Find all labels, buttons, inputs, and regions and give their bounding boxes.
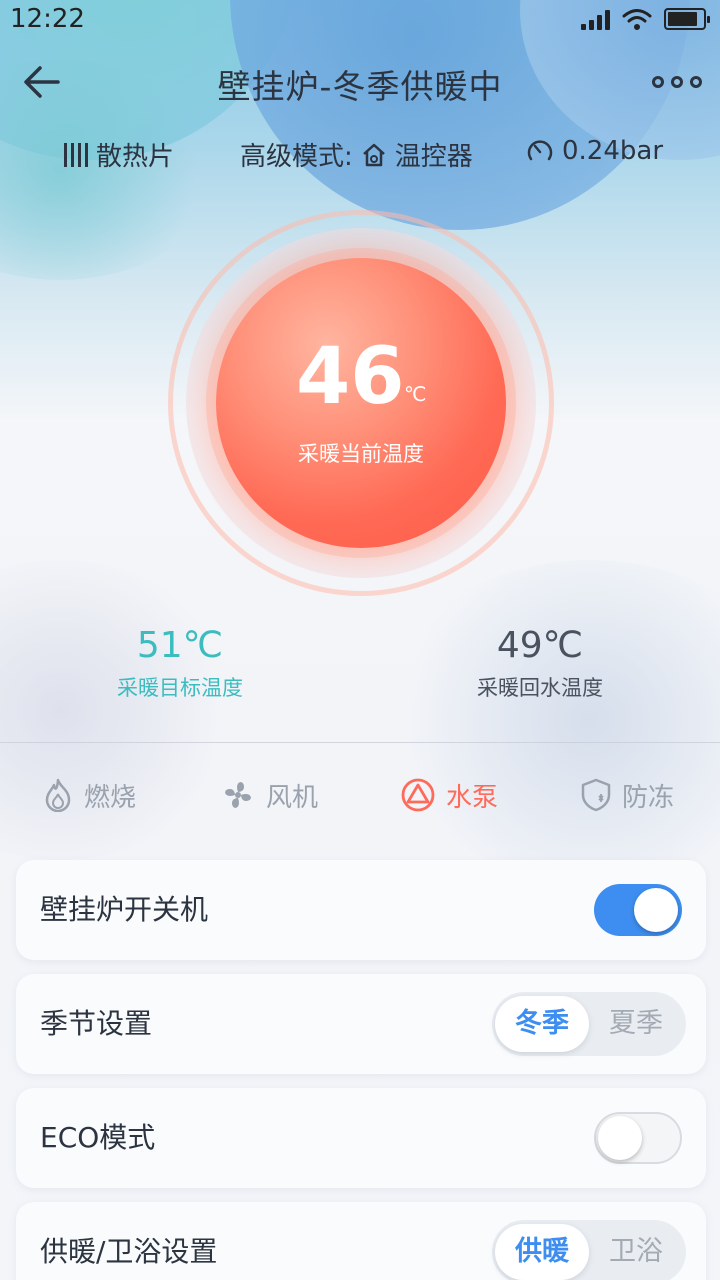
shield-icon — [581, 778, 611, 812]
page-title: 壁挂炉-冬季供暖中 — [217, 67, 503, 106]
heating-type: 散热片 — [62, 136, 174, 173]
component-tabs: 燃烧 风机 水泵 防冻 — [0, 770, 720, 820]
tab-antifreeze-label: 防冻 — [622, 782, 675, 813]
mode-prefix: 高级模式: — [240, 142, 353, 172]
status-time: 12:22 — [10, 4, 85, 34]
tab-burn[interactable]: 燃烧 — [42, 770, 136, 820]
more-button[interactable] — [652, 66, 702, 98]
tab-antifreeze[interactable]: 防冻 — [580, 770, 674, 820]
return-temperature-label: 采暖回水温度 — [477, 676, 603, 700]
heating-type-label: 散热片 — [96, 142, 175, 172]
mode-segmented-control: 供暖 卫浴 — [492, 1220, 686, 1280]
signal-icon — [581, 8, 610, 30]
status-icons — [581, 8, 710, 30]
pump-icon — [401, 778, 435, 812]
status-bar: 12:22 — [0, 0, 720, 40]
current-temperature-label: 采暖当前温度 — [298, 442, 424, 466]
power-card: 壁挂炉开关机 — [16, 860, 706, 960]
season-option-summer[interactable]: 夏季 — [589, 996, 683, 1052]
temperature-unit: ℃ — [404, 382, 427, 406]
pressure-info: 0.24bar — [526, 136, 663, 166]
mode-card: 供暖/卫浴设置 供暖 卫浴 — [16, 1202, 706, 1280]
mode-option-bath[interactable]: 卫浴 — [589, 1224, 683, 1280]
power-toggle[interactable] — [594, 884, 682, 936]
flame-icon — [45, 778, 71, 812]
eco-card: ECO模式 — [16, 1088, 706, 1188]
eco-label: ECO模式 — [40, 1121, 156, 1154]
header: 壁挂炉-冬季供暖中 — [0, 48, 720, 116]
season-card: 季节设置 冬季 夏季 — [16, 974, 706, 1074]
mode-label: 供暖/卫浴设置 — [40, 1235, 218, 1268]
gauge-icon — [527, 140, 553, 161]
target-temperature-value: 51℃ — [136, 625, 224, 666]
pressure-value: 0.24bar — [562, 136, 664, 166]
tab-fan-label: 风机 — [266, 782, 319, 813]
mode-value: 温控器 — [394, 142, 473, 172]
return-temperature: 49℃ 采暖回水温度 — [420, 624, 660, 702]
current-temperature: 46 — [296, 332, 405, 422]
home-thermostat-icon — [362, 143, 385, 166]
temperature-dial: 46 ℃ 采暖当前温度 — [168, 210, 554, 596]
eco-toggle[interactable] — [594, 1112, 682, 1164]
return-temperature-value: 49℃ — [496, 625, 584, 666]
info-row: 散热片 高级模式: 温控器 0.24bar — [0, 136, 720, 176]
target-temperature-label: 采暖目标温度 — [117, 676, 243, 700]
target-temperature: 51℃ 采暖目标温度 — [60, 624, 300, 702]
wifi-icon — [622, 9, 652, 30]
power-label: 壁挂炉开关机 — [40, 893, 209, 926]
mode-option-heating[interactable]: 供暖 — [495, 1224, 589, 1280]
radiator-icon — [64, 142, 88, 167]
fan-icon — [225, 782, 251, 808]
mode-info: 高级模式: 温控器 — [240, 136, 473, 173]
season-segmented-control: 冬季 夏季 — [492, 992, 686, 1056]
tab-burn-label: 燃烧 — [84, 782, 137, 813]
battery-icon — [664, 8, 710, 30]
divider — [0, 742, 720, 743]
tab-fan[interactable]: 风机 — [220, 770, 318, 820]
tab-pump-label: 水泵 — [446, 782, 499, 813]
season-label: 季节设置 — [40, 1007, 153, 1040]
tab-pump[interactable]: 水泵 — [400, 770, 498, 820]
season-option-winter[interactable]: 冬季 — [495, 996, 589, 1052]
